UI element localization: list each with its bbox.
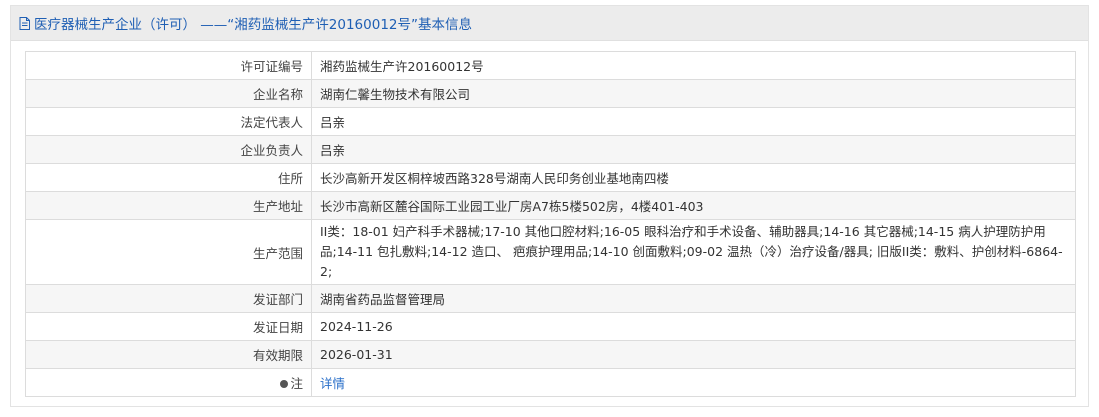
row-value: 长沙高新开发区桐梓坡西路328号湖南人民印务创业基地南四楼: [311, 163, 1076, 192]
row-label: 企业负责人: [25, 135, 312, 164]
row-value: 湘药监械生产许20160012号: [311, 51, 1076, 80]
row-value: 2026-01-31: [311, 340, 1076, 369]
table-row: 企业名称 湖南仁馨生物技术有限公司: [25, 79, 1076, 108]
row-value: II类：18-01 妇产科手术器械;17-10 其他口腔材料;16-05 眼科治…: [311, 219, 1076, 285]
table-row: 住所 长沙高新开发区桐梓坡西路328号湖南人民印务创业基地南四楼: [25, 163, 1076, 192]
row-label: 发证部门: [25, 284, 312, 313]
row-label: 企业名称: [25, 79, 312, 108]
row-value: 湖南省药品监督管理局: [311, 284, 1076, 313]
table-row: 发证部门 湖南省药品监督管理局: [25, 284, 1076, 313]
row-value: 吕亲: [311, 135, 1076, 164]
table-row: 有效期限 2026-01-31: [25, 340, 1076, 369]
table-row: 企业负责人 吕亲: [25, 135, 1076, 164]
table-row: 发证日期 2024-11-26: [25, 312, 1076, 341]
row-label: 法定代表人: [25, 107, 312, 136]
table-row: 生产地址 长沙市高新区麓谷国际工业园工业厂房A7栋5楼502房，4楼401-40…: [25, 191, 1076, 220]
details-link[interactable]: 详情: [320, 376, 345, 391]
table-row: 法定代表人 吕亲: [25, 107, 1076, 136]
info-panel: 医疗器械生产企业（许可） ——“湘药监械生产许20160012号”基本信息 许可…: [10, 5, 1089, 407]
info-bulb-icon: [280, 379, 289, 388]
row-label: 发证日期: [25, 312, 312, 341]
row-value: 2024-11-26: [311, 312, 1076, 341]
page-title: 医疗器械生产企业（许可） ——“湘药监械生产许20160012号”基本信息: [34, 17, 472, 33]
row-label: 生产地址: [25, 191, 312, 220]
note-label-cell: 注: [25, 368, 312, 397]
row-label: 住所: [25, 163, 312, 192]
table-row: 注 详情: [25, 368, 1076, 397]
row-label: 许可证编号: [25, 51, 312, 80]
row-label: 生产范围: [25, 219, 312, 285]
row-value: 湖南仁馨生物技术有限公司: [311, 79, 1076, 108]
table-row: 生产范围 II类：18-01 妇产科手术器械;17-10 其他口腔材料;16-0…: [25, 219, 1076, 285]
document-icon: [19, 16, 30, 30]
row-value: 吕亲: [311, 107, 1076, 136]
row-label: 注: [290, 376, 303, 391]
table-row: 许可证编号 湘药监械生产许20160012号: [25, 51, 1076, 80]
panel-header: 医疗器械生产企业（许可） ——“湘药监械生产许20160012号”基本信息: [11, 6, 1088, 41]
info-table: 许可证编号 湘药监械生产许20160012号 企业名称 湖南仁馨生物技术有限公司…: [25, 51, 1076, 397]
row-value: 长沙市高新区麓谷国际工业园工业厂房A7栋5楼502房，4楼401-403: [311, 191, 1076, 220]
row-label: 有效期限: [25, 340, 312, 369]
row-value: 详情: [311, 368, 1076, 397]
